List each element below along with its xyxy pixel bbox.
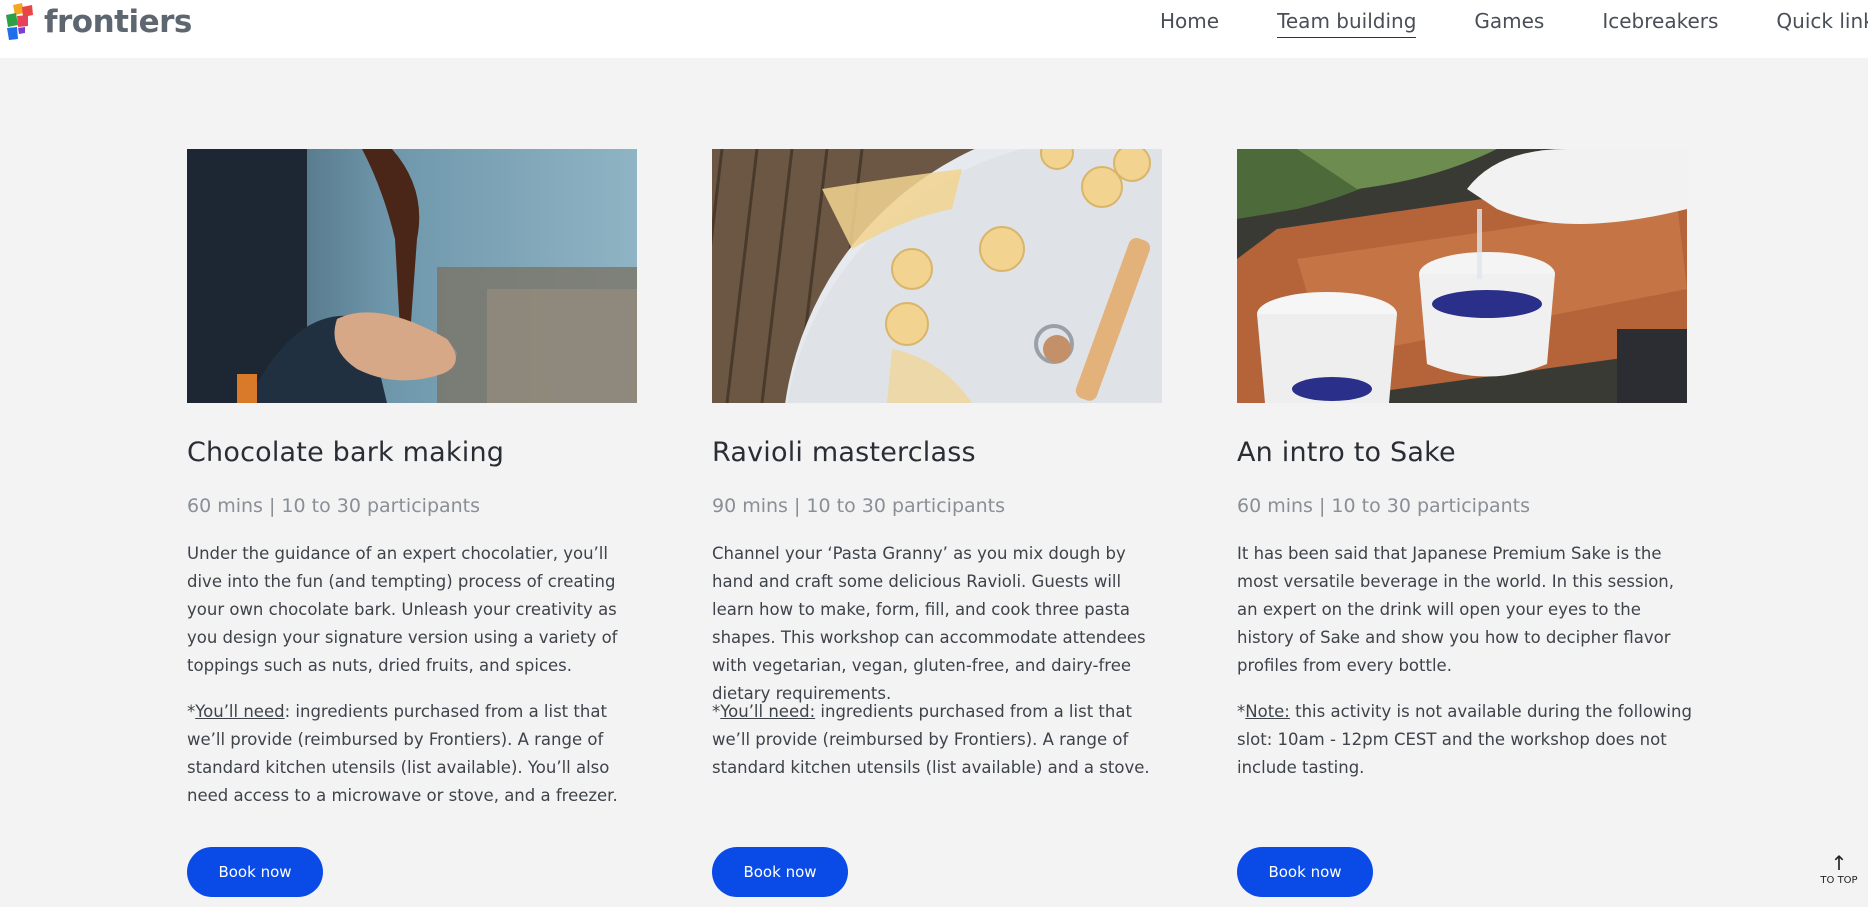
card-description: Under the guidance of an expert chocolat… [187, 544, 618, 675]
card-note: *You’ll need: ingredients purchased from… [712, 698, 1168, 782]
logo-text: frontiers [44, 3, 192, 40]
card-meta: 60 mins | 10 to 30 participants [187, 495, 481, 517]
frontiers-logo[interactable]: frontiers [4, 2, 192, 42]
sake-pour-photo [1237, 149, 1687, 403]
site-header: frontiers Home Team building Games Icebr… [0, 0, 1868, 58]
card-title: Chocolate bark making [187, 437, 505, 468]
card-note: *Note: this activity is not available du… [1237, 698, 1693, 782]
activity-card: Chocolate bark making 60 mins | 10 to 30… [187, 149, 637, 907]
nav-icebreakers[interactable]: Icebreakers [1602, 9, 1718, 38]
book-now-button[interactable]: Book now [712, 847, 848, 897]
activity-card: An intro to Sake 60 mins | 10 to 30 part… [1237, 149, 1692, 907]
activity-card: Ravioli masterclass 90 mins | 10 to 30 p… [712, 149, 1162, 907]
note-prefix: * [712, 702, 721, 721]
activity-cards: Chocolate bark making 60 mins | 10 to 30… [187, 149, 1692, 907]
book-now-button[interactable]: Book now [1237, 847, 1373, 897]
frontiers-logo-icon [4, 3, 38, 41]
card-meta: 90 mins | 10 to 30 participants [712, 495, 1006, 517]
book-now-button[interactable]: Book now [187, 847, 323, 897]
nav-games[interactable]: Games [1474, 9, 1544, 38]
to-top-label: TO TOP [1820, 875, 1858, 886]
arrow-up-icon: ↑ [1830, 851, 1848, 875]
main-nav: Home Team building Games Icebreakers Qui… [1160, 9, 1868, 38]
note-prefix: * [1237, 702, 1246, 721]
ravioli-photo [712, 149, 1162, 403]
note-text: this activity is not available during th… [1237, 702, 1692, 777]
chocolate-pour-photo [187, 149, 637, 403]
card-note: *You’ll need: ingredients purchased from… [187, 698, 643, 810]
card-title: An intro to Sake [1237, 437, 1456, 468]
nav-quick-links[interactable]: Quick links [1776, 9, 1868, 38]
to-top-button[interactable]: ↑ TO TOP [1818, 853, 1860, 886]
card-meta: 60 mins | 10 to 30 participants [1237, 495, 1531, 517]
nav-team-building[interactable]: Team building [1277, 9, 1417, 38]
card-description: It has been said that Japanese Premium S… [1237, 544, 1675, 675]
nav-home[interactable]: Home [1160, 9, 1219, 38]
note-label: Note: [1245, 702, 1290, 721]
note-label: You’ll need [195, 702, 285, 721]
note-prefix: * [187, 702, 196, 721]
card-title: Ravioli masterclass [712, 437, 976, 468]
card-description: Channel your ‘Pasta Granny’ as you mix d… [712, 544, 1146, 703]
note-label: You’ll need: [720, 702, 816, 721]
